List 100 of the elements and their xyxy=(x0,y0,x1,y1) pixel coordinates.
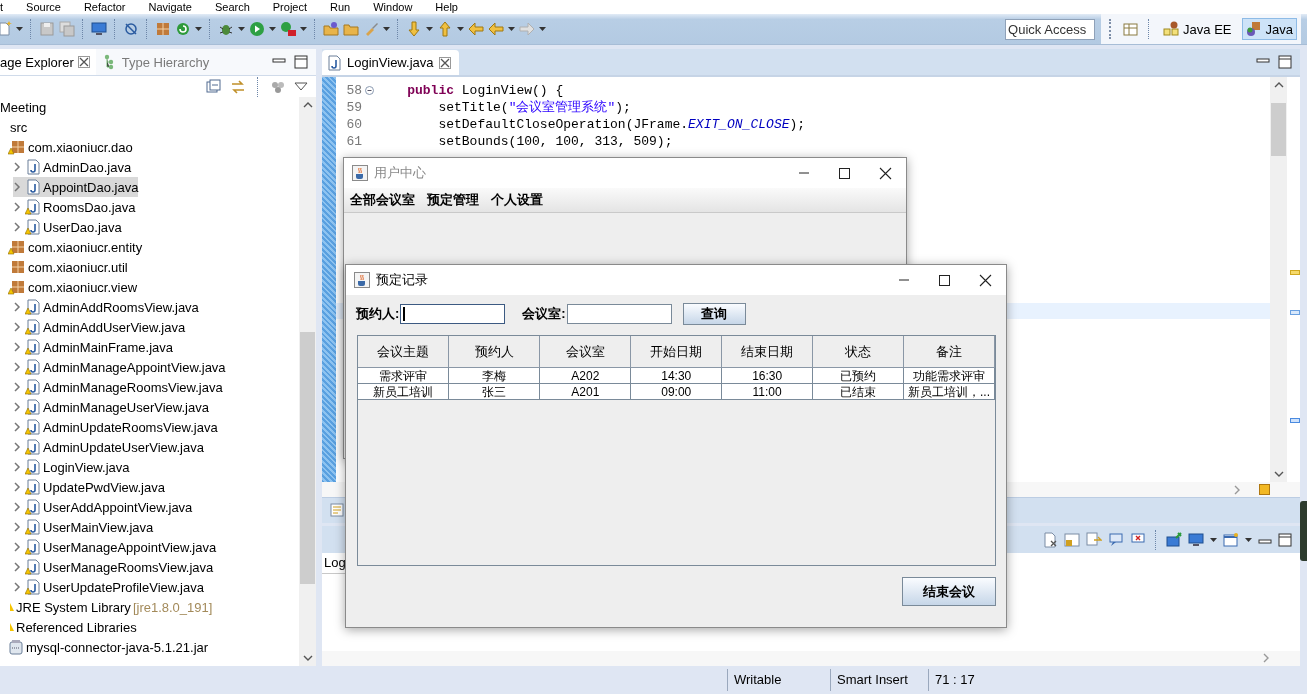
close-icon[interactable] xyxy=(77,56,90,68)
view-tab[interactable]: age Explorer xyxy=(0,49,96,75)
scroll-up-icon[interactable] xyxy=(1273,81,1284,89)
caret-icon[interactable] xyxy=(195,27,202,31)
scroll-up-icon[interactable] xyxy=(302,101,313,109)
comment-icon[interactable] xyxy=(1108,531,1124,548)
menu-item[interactable]: Refactor xyxy=(71,0,137,14)
fold-icon[interactable] xyxy=(364,86,374,95)
scroll-down-icon[interactable] xyxy=(302,654,313,662)
tree-item[interactable]: AdminUpdateUserView.java xyxy=(13,437,204,457)
caret-icon[interactable] xyxy=(457,27,464,31)
perspective-button[interactable]: Java xyxy=(1241,18,1297,40)
scrollbar[interactable] xyxy=(1270,77,1287,483)
menu-item[interactable]: Navigate xyxy=(136,0,203,14)
menu-item[interactable]: 预定管理 xyxy=(427,191,479,209)
menu-item[interactable]: t xyxy=(0,0,15,14)
text-field[interactable] xyxy=(400,304,506,324)
scroll-right-icon[interactable] xyxy=(1233,484,1241,495)
caret-icon[interactable] xyxy=(269,27,276,31)
text-field[interactable] xyxy=(566,304,672,324)
tree-item[interactable]: com.xiaoniucr.dao xyxy=(8,137,133,157)
editor-tab[interactable]: LoginView.java xyxy=(322,50,459,75)
menu-item[interactable]: Search xyxy=(202,0,261,14)
perspective-button[interactable]: Java EE xyxy=(1159,18,1236,40)
minimize-icon[interactable] xyxy=(272,55,286,63)
caret-icon[interactable] xyxy=(383,27,390,31)
new-window-icon[interactable] xyxy=(1223,531,1239,548)
run-icon[interactable] xyxy=(249,21,265,37)
refresh-icon[interactable] xyxy=(175,21,191,37)
tree-item[interactable]: LoginView.java xyxy=(13,457,130,477)
menu-item[interactable]: 全部会议室 xyxy=(350,191,415,209)
tree-item[interactable]: AdminAddRoomsView.java xyxy=(13,297,199,317)
view-menu-icon[interactable] xyxy=(294,82,308,91)
tree-item[interactable]: UserManageAppointView.java xyxy=(13,537,217,557)
column-header[interactable]: 会议室 xyxy=(539,336,631,368)
beans-icon xyxy=(1163,21,1180,37)
caret-icon[interactable] xyxy=(1210,537,1217,542)
tree-item[interactable]: AdminDao.java xyxy=(13,157,132,177)
open-perspective-icon[interactable] xyxy=(1123,21,1140,37)
monitor-icon[interactable] xyxy=(1188,531,1204,548)
menu-item[interactable]: Window xyxy=(361,0,424,14)
tree-item[interactable]: UpdatePwdView.java xyxy=(13,477,165,497)
tree-item[interactable]: Meeting xyxy=(0,97,47,117)
column-header[interactable]: 备注 xyxy=(903,336,995,368)
tree-item[interactable]: AdminManageAppointView.java xyxy=(13,357,226,377)
menu-item[interactable]: 个人设置 xyxy=(491,191,543,209)
scroll-right-icon[interactable] xyxy=(1262,653,1270,664)
scrollbar-thumb[interactable] xyxy=(1271,103,1286,157)
tree-item[interactable]: UserManageRoomsView.java xyxy=(13,557,214,577)
caret-icon[interactable] xyxy=(539,27,546,31)
view-tab[interactable]: Type Hierarchy xyxy=(95,49,216,75)
tree-item[interactable]: JRE System Library[jre1.8.0_191] xyxy=(10,597,213,617)
close-icon[interactable] xyxy=(438,56,451,69)
tree-item[interactable]: src xyxy=(10,117,28,137)
tree-item[interactable]: AdminManageUserView.java xyxy=(13,397,209,417)
search-button[interactable]: 查询 xyxy=(682,303,746,325)
scrollbar[interactable] xyxy=(299,97,316,666)
tree-item[interactable]: UserMainView.java xyxy=(13,517,154,537)
collapse-all-icon[interactable] xyxy=(206,78,222,95)
column-header[interactable]: 状态 xyxy=(812,336,904,368)
tree-item[interactable]: AdminManageRoomsView.java xyxy=(13,377,223,397)
end-meeting-button[interactable]: 结束会议 xyxy=(902,577,996,606)
open-folder-icon[interactable] xyxy=(323,21,339,37)
menu-item[interactable]: Help xyxy=(423,0,469,14)
menu-item[interactable]: Source xyxy=(14,0,72,14)
remove-icon[interactable] xyxy=(1042,531,1058,548)
tree-item[interactable]: RoomsDao.java xyxy=(13,197,136,217)
caret-icon[interactable] xyxy=(300,27,307,31)
sync-arrows-icon[interactable] xyxy=(230,78,246,95)
tree-item[interactable]: com.xiaoniucr.entity xyxy=(8,237,143,257)
caret-icon[interactable] xyxy=(1245,537,1252,542)
minimize-icon[interactable] xyxy=(1256,55,1270,63)
tree-item[interactable]: AdminAddUserView.java xyxy=(13,317,186,337)
tree-item[interactable]: UserUpdateProfileView.java xyxy=(13,577,204,597)
caret-icon[interactable] xyxy=(16,27,23,31)
caret-icon[interactable] xyxy=(426,27,433,31)
tree-item[interactable]: UserDao.java xyxy=(13,217,122,237)
scrollbar-thumb[interactable] xyxy=(300,331,315,584)
column-header[interactable]: 预约人 xyxy=(448,336,540,368)
close-icon[interactable] xyxy=(979,273,992,287)
caret-icon[interactable] xyxy=(508,27,515,31)
tree-item[interactable]: AppointDao.java xyxy=(13,177,139,197)
caret-icon[interactable] xyxy=(238,27,245,31)
quick-access-field[interactable]: Quick Access xyxy=(1005,18,1096,40)
tree-item[interactable]: mysql-connector-java-5.1.21.jar xyxy=(8,637,209,657)
menu-item[interactable]: Project xyxy=(260,0,319,14)
tree-item[interactable]: AdminMainFrame.java xyxy=(13,337,174,357)
column-header[interactable]: 开始日期 xyxy=(630,336,722,368)
column-header[interactable]: 会议主题 xyxy=(358,336,449,368)
column-header[interactable]: 结束日期 xyxy=(721,336,813,368)
monitor-icon[interactable] xyxy=(91,21,107,37)
scroll-down-icon[interactable] xyxy=(1273,470,1284,479)
tree-item[interactable]: Referenced Libraries xyxy=(10,617,137,637)
task-list-icon[interactable] xyxy=(330,502,346,519)
tree-item[interactable]: UserAddAppointView.java xyxy=(13,497,193,517)
tree-item[interactable]: com.xiaoniucr.util xyxy=(8,257,128,277)
tree-item[interactable]: AdminUpdateRoomsView.java xyxy=(13,417,218,437)
tree-item[interactable]: com.xiaoniucr.view xyxy=(8,277,138,297)
menu-item[interactable]: Run xyxy=(318,0,362,14)
maximize-icon[interactable] xyxy=(938,273,951,287)
